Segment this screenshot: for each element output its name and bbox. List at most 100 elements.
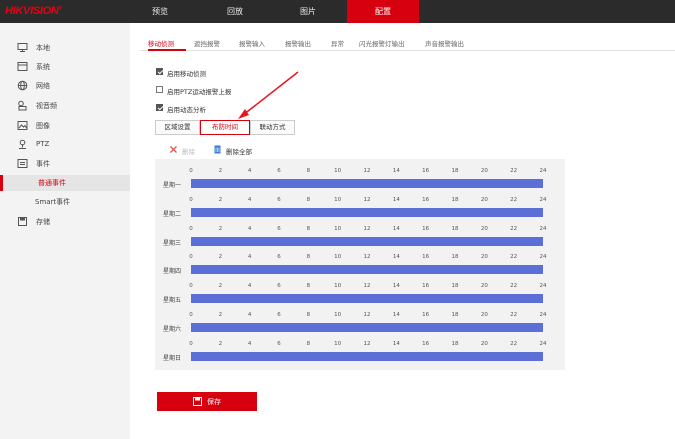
hour-tick-label: 4 (247, 196, 252, 203)
day-label: 星期五 (163, 297, 182, 305)
hour-tick-label: 0 (189, 340, 193, 347)
hour-tick-label: 14 (392, 254, 400, 261)
video-audio-icon (18, 100, 27, 111)
sidebar-item-storage[interactable]: 存储 (0, 213, 130, 231)
hour-tick-label: 2 (218, 340, 223, 347)
hour-tick-label: 8 (306, 168, 311, 174)
arrow-shaft (242, 71, 299, 116)
hour-tick-label: 10 (334, 283, 342, 290)
tab-alarm-input[interactable]: 报警输入 (239, 38, 265, 48)
hour-tick-label: 2 (218, 254, 223, 261)
tab-motion-detection[interactable]: 移动侦测 (148, 38, 174, 48)
hour-tick-label: 22 (510, 225, 518, 232)
day-label: 星期一 (163, 182, 182, 189)
hour-tick-label: 18 (451, 225, 459, 232)
hour-tick-label: 24 (539, 225, 547, 232)
hikvision-logo: HIKVISION® (5, 5, 62, 17)
hour-tick-label: 4 (247, 312, 252, 318)
hour-tick-label: 22 (510, 254, 518, 261)
sidebar-item-network[interactable]: 网络 (0, 77, 130, 95)
schedule-bar[interactable] (191, 294, 543, 304)
ptz-icon (19, 139, 26, 149)
nav-preview[interactable]: 预览 (130, 0, 190, 23)
hour-tick-label: 16 (422, 196, 430, 203)
logo-mark: ® (58, 5, 63, 12)
arming-schedule-grid[interactable]: 0 2 4 6 8 10 12 14 16 18 20 22 24 星期一 0 2 4 6 8 10 12 14 16 18 2… (155, 159, 565, 370)
schedule-bar[interactable] (191, 351, 543, 361)
hour-tick-label: 22 (510, 312, 518, 318)
tab-arming-schedule[interactable]: 布防时间 (200, 120, 250, 135)
hour-tick-label: 10 (334, 254, 342, 261)
schedule-bar[interactable] (191, 323, 543, 332)
schedule-bar[interactable] (191, 236, 543, 246)
sidebar-item-label: PTZ (36, 140, 50, 148)
nav-picture[interactable]: 图片 (278, 0, 338, 23)
sidebar-item-label: 普通事件 (38, 179, 66, 187)
tab-linkage-method[interactable]: 联动方式 (250, 120, 295, 135)
checkbox-label: 启用PTZ运动报警上报 (167, 88, 232, 96)
hour-tick-label: 18 (451, 283, 459, 290)
enable-motion-detection-checkbox[interactable] (156, 68, 163, 75)
sidebar-item-video-audio[interactable]: 视音频 (0, 97, 130, 115)
enable-dynamic-analysis-checkbox[interactable] (156, 104, 163, 111)
sidebar: 本地 系统 网络 视音频 图像 PTZ 事件 普通事件 Smart事件 存储 (0, 23, 130, 439)
nav-playback[interactable]: 回放 (205, 0, 265, 23)
tab-area-settings[interactable]: 区域设置 (155, 120, 200, 135)
logo-text: HIKVISION (5, 5, 59, 17)
hour-tick-label: 12 (363, 196, 371, 203)
network-icon (17, 80, 28, 91)
hour-tick-label: 10 (334, 168, 342, 174)
hour-tick-label: 18 (451, 196, 459, 203)
schedule-bar[interactable] (191, 207, 543, 217)
sidebar-item-local[interactable]: 本地 (0, 39, 130, 57)
monitor-icon (17, 43, 28, 52)
enable-ptz-report-checkbox[interactable] (156, 86, 163, 93)
event-icon (17, 159, 28, 168)
sidebar-item-ptz[interactable]: PTZ (0, 136, 130, 154)
hour-tick-label: 0 (189, 168, 193, 174)
hour-tick-label: 20 (480, 168, 488, 174)
active-tab-indicator (148, 49, 186, 51)
sidebar-item-image[interactable]: 图像 (0, 117, 130, 135)
sidebar-item-smart-event[interactable]: Smart事件 (0, 194, 130, 210)
hour-tick-label: 4 (247, 225, 252, 232)
day-label: 星期六 (163, 326, 182, 333)
tab-video-tampering[interactable]: 遮挡报警 (194, 38, 220, 48)
sidebar-item-event[interactable]: 事件 (0, 155, 130, 173)
schedule-bar[interactable] (191, 265, 543, 275)
hour-tick-label: 4 (247, 168, 252, 174)
hour-tick-label: 16 (422, 168, 430, 174)
hour-tick-label: 12 (363, 283, 371, 290)
hour-tick-label: 8 (306, 196, 311, 203)
hour-tick-label: 0 (189, 254, 193, 261)
delete-label: 删除 (182, 148, 195, 156)
hour-tick-label: 0 (189, 196, 193, 203)
save-button[interactable]: 保存 (157, 392, 257, 411)
schedule-bar[interactable] (191, 179, 543, 188)
tab-flash-alarm-output[interactable]: 闪光报警灯输出 (359, 38, 405, 48)
nav-configuration[interactable]: 配置 (347, 0, 419, 23)
sidebar-item-basic-event[interactable]: 普通事件 (0, 175, 130, 191)
top-bar: HIKVISION® 预览 回放 图片 配置 (0, 0, 675, 23)
hour-tick-label: 2 (218, 312, 223, 318)
hour-tick-label: 16 (422, 340, 430, 347)
sidebar-item-label: 存储 (36, 218, 50, 226)
tab-audio-alarm-output[interactable]: 声音报警输出 (425, 38, 464, 48)
hour-tick-label: 4 (247, 283, 252, 290)
hour-tick-label: 6 (277, 283, 281, 290)
tab-exception[interactable]: 异常 (331, 38, 344, 48)
sidebar-item-system[interactable]: 系统 (0, 58, 130, 76)
subtab-bar: 移动侦测 遮挡报警 报警输入 报警输出 异常 闪光报警灯输出 声音报警输出 (140, 34, 675, 51)
hour-tick-label: 18 (451, 254, 459, 261)
hour-tick-label: 6 (277, 254, 281, 261)
hour-tick-label: 6 (277, 312, 281, 318)
arrow-head (238, 109, 249, 119)
day-label: 星期四 (163, 268, 182, 276)
image-icon (17, 121, 28, 130)
trash-icon (214, 145, 221, 154)
tab-alarm-output[interactable]: 报警输出 (285, 38, 311, 48)
hour-tick-label: 18 (451, 312, 459, 318)
sidebar-item-label: Smart事件 (35, 198, 71, 206)
hour-tick-label: 2 (218, 168, 223, 174)
hour-tick-label: 14 (392, 225, 400, 232)
